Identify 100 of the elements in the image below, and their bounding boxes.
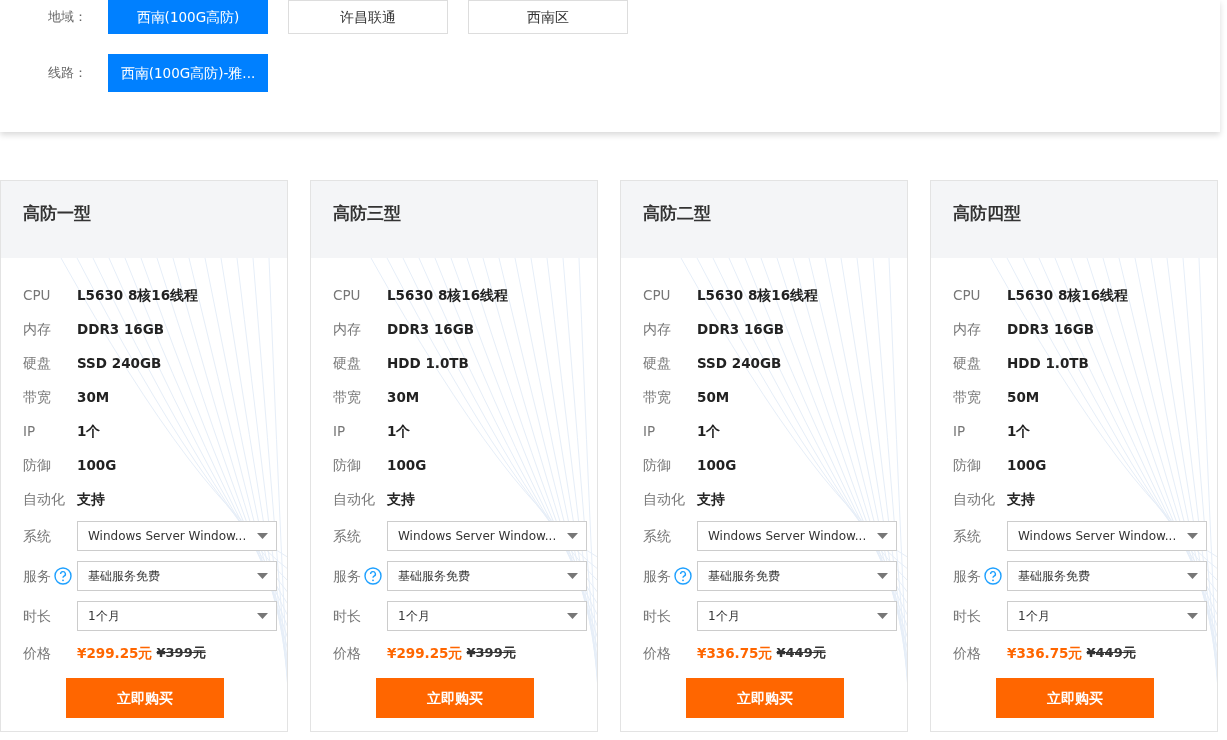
- plan-title: 高防一型: [1, 181, 287, 258]
- plan-title: 高防二型: [621, 181, 907, 258]
- select-field[interactable]: Windows Server Window...: [697, 521, 897, 551]
- spec-label: 自动化: [333, 489, 376, 509]
- spec-label: IP: [333, 421, 347, 441]
- spec-value: 100G: [1007, 455, 1047, 475]
- spec-value: 50M: [1007, 387, 1040, 407]
- field-label: 时长: [953, 606, 981, 626]
- help-icon: [674, 567, 692, 585]
- spec-value: 50M: [697, 387, 730, 407]
- spec-value: 1个: [387, 421, 411, 441]
- field-label: 服务: [643, 566, 671, 586]
- select-field[interactable]: 基础服务免费: [387, 561, 587, 591]
- spec-value: 1个: [697, 421, 721, 441]
- spec-label: 硬盘: [333, 353, 362, 373]
- spec-value: 100G: [77, 455, 117, 475]
- filter-option[interactable]: 西南区: [468, 0, 628, 34]
- filter-option[interactable]: 许昌联通: [288, 0, 448, 34]
- field-label: 时长: [333, 606, 361, 626]
- caret-icon: [257, 573, 268, 579]
- field-label: 时长: [643, 606, 671, 626]
- field-label: 系统: [333, 526, 361, 546]
- spec-label: CPU: [23, 285, 52, 305]
- original-price: ¥399元: [156, 644, 206, 663]
- field-label: 系统: [953, 526, 981, 546]
- price-label: 价格: [643, 643, 672, 663]
- price: ¥299.25元: [77, 643, 153, 663]
- field-label: 服务: [333, 566, 361, 586]
- spec-value: DDR3 16GB: [77, 319, 165, 339]
- caret-icon: [567, 573, 578, 579]
- spec-value: L5630 8核16线程: [77, 285, 199, 305]
- plan-title: 高防四型: [931, 181, 1217, 258]
- caret-icon: [257, 613, 268, 619]
- spec-value: 支持: [387, 489, 415, 509]
- select-field[interactable]: 1个月: [1007, 601, 1207, 631]
- spec-label: 带宽: [953, 387, 982, 407]
- caret-icon: [877, 573, 888, 579]
- select-field[interactable]: 基础服务免费: [697, 561, 897, 591]
- select-field[interactable]: Windows Server Window...: [77, 521, 277, 551]
- select-field[interactable]: 1个月: [697, 601, 897, 631]
- spec-value: 支持: [1007, 489, 1035, 509]
- spec-label: 自动化: [643, 489, 686, 509]
- select-field[interactable]: Windows Server Window...: [387, 521, 587, 551]
- price-label: 价格: [333, 643, 362, 663]
- spec-label: CPU: [953, 285, 982, 305]
- spec-label: IP: [23, 421, 37, 441]
- spec-value: DDR3 16GB: [387, 319, 475, 339]
- plan-title: 高防三型: [311, 181, 597, 258]
- spec-label: 带宽: [333, 387, 362, 407]
- field-label: 服务: [953, 566, 981, 586]
- spec-label: 硬盘: [23, 353, 52, 373]
- spec-label: CPU: [643, 285, 672, 305]
- price: ¥336.75元: [1007, 643, 1083, 663]
- spec-value: 30M: [77, 387, 110, 407]
- field-label: 系统: [643, 526, 671, 546]
- field-label: 服务: [23, 566, 51, 586]
- spec-label: 防御: [643, 455, 672, 475]
- spec-label: IP: [953, 421, 967, 441]
- original-price: ¥449元: [1086, 644, 1136, 663]
- select-field[interactable]: 基础服务免费: [1007, 561, 1207, 591]
- spec-label: 内存: [23, 319, 52, 339]
- caret-icon: [1187, 573, 1198, 579]
- spec-label: 防御: [23, 455, 52, 475]
- help-icon: [984, 567, 1002, 585]
- spec-label: 自动化: [23, 489, 66, 509]
- spec-value: 100G: [387, 455, 427, 475]
- spec-label: 带宽: [643, 387, 672, 407]
- select-field[interactable]: 基础服务免费: [77, 561, 277, 591]
- spec-value: 100G: [697, 455, 737, 475]
- spec-label: IP: [643, 421, 657, 441]
- select-field[interactable]: Windows Server Window...: [1007, 521, 1207, 551]
- spec-label: 硬盘: [643, 353, 672, 373]
- caret-icon: [877, 613, 888, 619]
- spec-label: 防御: [333, 455, 362, 475]
- spec-label: 带宽: [23, 387, 52, 407]
- spec-value: L5630 8核16线程: [387, 285, 509, 305]
- spec-value: HDD 1.0TB: [1007, 353, 1089, 373]
- spec-value: 1个: [1007, 421, 1031, 441]
- spec-label: 内存: [643, 319, 672, 339]
- field-label: 时长: [23, 606, 51, 626]
- price: ¥336.75元: [697, 643, 773, 663]
- spec-label: 内存: [953, 319, 982, 339]
- spec-value: SSD 240GB: [697, 353, 782, 373]
- caret-icon: [567, 533, 578, 539]
- spec-value: 支持: [77, 489, 105, 509]
- select-field[interactable]: 1个月: [77, 601, 277, 631]
- caret-icon: [567, 613, 578, 619]
- spec-label: 硬盘: [953, 353, 982, 373]
- price: ¥299.25元: [387, 643, 463, 663]
- spec-label: CPU: [333, 285, 362, 305]
- spec-value: 支持: [697, 489, 725, 509]
- select-field[interactable]: 1个月: [387, 601, 587, 631]
- filter-label: 地域：: [48, 8, 88, 27]
- filter-label: 线路：: [48, 64, 88, 83]
- filter-option[interactable]: 西南(100G高防)-雅...: [108, 54, 268, 92]
- price-label: 价格: [953, 643, 982, 663]
- price-label: 价格: [23, 643, 52, 663]
- spec-label: 自动化: [953, 489, 996, 509]
- filter-option[interactable]: 西南(100G高防): [108, 0, 268, 34]
- original-price: ¥399元: [466, 644, 516, 663]
